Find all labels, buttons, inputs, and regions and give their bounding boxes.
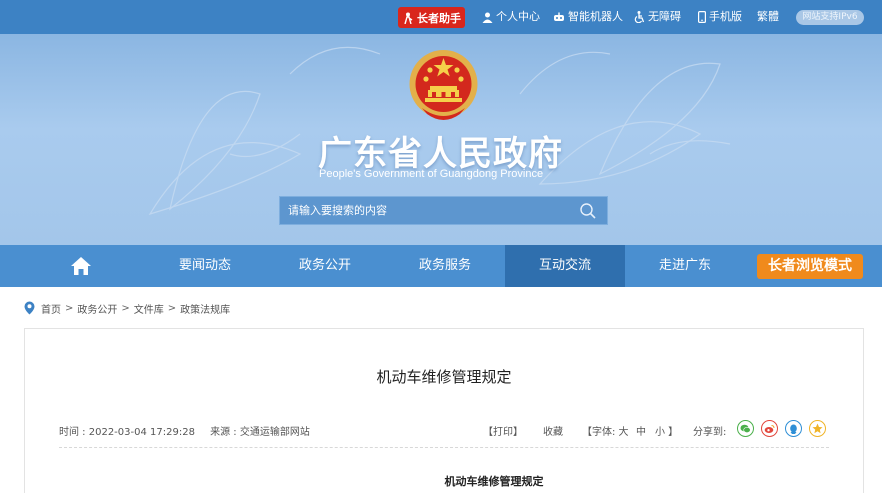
weibo-icon	[764, 424, 775, 433]
search-box	[279, 196, 608, 225]
breadcrumb-separator: >	[65, 302, 74, 314]
font-size-medium[interactable]: 中	[636, 423, 646, 438]
print-button[interactable]: 【打印】	[483, 423, 523, 438]
personal-center-label: 个人中心	[496, 10, 540, 23]
breadcrumb-separator: >	[121, 302, 130, 314]
site-subtitle: People's Government of Guangdong Provinc…	[319, 168, 544, 180]
robot-icon	[554, 12, 564, 21]
wechat-share-button[interactable]	[737, 420, 754, 437]
weibo-share-button[interactable]	[761, 420, 778, 437]
person-icon	[482, 12, 493, 23]
nav-item-interaction[interactable]: 互动交流	[505, 245, 625, 287]
article-meta: 时间 : 2022-03-04 17:29:28 来源 : 交通运输部网站	[59, 423, 322, 438]
font-size-large[interactable]: 【字体: 大	[582, 423, 629, 438]
breadcrumb-separator: >	[167, 302, 177, 314]
top-utility-bar: 长者助手 个人中心 智能机器人 无障碍 手机版 繁體 网站支持IPv6	[0, 0, 882, 34]
accessibility-label: 无障碍	[648, 10, 681, 23]
share-label: 分享到:	[693, 427, 727, 438]
search-icon[interactable]	[579, 202, 597, 220]
article-source: 来源 : 交通运输部网站	[210, 427, 310, 438]
mobile-link[interactable]: 手机版	[698, 0, 742, 34]
qq-share-button[interactable]	[785, 420, 802, 437]
accessibility-link[interactable]: 无障碍	[634, 0, 681, 34]
favorite-button[interactable]: 收藏	[543, 423, 563, 438]
accessibility-icon	[634, 11, 645, 23]
location-pin-icon	[24, 301, 35, 315]
meta-divider	[59, 447, 829, 448]
nav-item-government-affairs[interactable]: 政务公开	[265, 245, 385, 287]
ipv6-badge: 网站支持IPv6	[796, 10, 864, 25]
qq-icon	[790, 424, 797, 434]
nav-item-news[interactable]: 要闻动态	[145, 245, 265, 287]
site-banner: 广东省人民政府 People's Government of Guangdong…	[0, 34, 882, 245]
qzone-share-button[interactable]	[809, 420, 826, 437]
mobile-label: 手机版	[709, 10, 742, 23]
breadcrumb-government-affairs[interactable]: 政务公开	[77, 301, 117, 316]
search-input[interactable]	[280, 197, 570, 224]
article-title: 机动车维修管理规定	[376, 368, 512, 386]
home-icon[interactable]	[70, 256, 92, 276]
qzone-icon	[812, 423, 823, 434]
breadcrumb-home[interactable]: 首页	[41, 301, 61, 316]
breadcrumb-file-library[interactable]: 文件库	[134, 301, 164, 316]
article-time: 时间 : 2022-03-04 17:29:28	[59, 427, 195, 438]
breadcrumb: 首页 > 政务公开 > 文件库 > 政策法规库	[24, 300, 230, 316]
elder-assistant-label: 长者助手	[417, 11, 461, 25]
elder-assistant-button[interactable]: 长者助手	[398, 7, 465, 28]
elder-browse-mode-button[interactable]: 长者浏览模式	[757, 254, 863, 279]
nav-item-services[interactable]: 政务服务	[385, 245, 505, 287]
article-body-title: 机动车维修管理规定	[444, 475, 544, 488]
robot-link[interactable]: 智能机器人	[553, 0, 623, 34]
article-panel: 机动车维修管理规定 时间 : 2022-03-04 17:29:28 来源 : …	[24, 328, 864, 493]
ipv6-label: 网站支持IPv6	[802, 12, 858, 22]
nav-item-about-guangdong[interactable]: 走进广东	[625, 245, 745, 287]
traditional-label: 繁體	[757, 10, 779, 23]
wechat-icon	[740, 424, 751, 433]
traditional-chinese-link[interactable]: 繁體	[757, 0, 779, 34]
personal-center-link[interactable]: 个人中心	[482, 0, 540, 34]
national-emblem-icon	[409, 50, 478, 120]
font-size-small[interactable]: 小 】	[655, 423, 678, 438]
phone-icon	[698, 11, 706, 23]
elder-icon	[404, 12, 413, 24]
robot-label: 智能机器人	[568, 10, 623, 23]
breadcrumb-policy-library[interactable]: 政策法规库	[180, 301, 230, 316]
main-navigation: 要闻动态 政务公开 政务服务 互动交流 走进广东	[0, 245, 882, 287]
